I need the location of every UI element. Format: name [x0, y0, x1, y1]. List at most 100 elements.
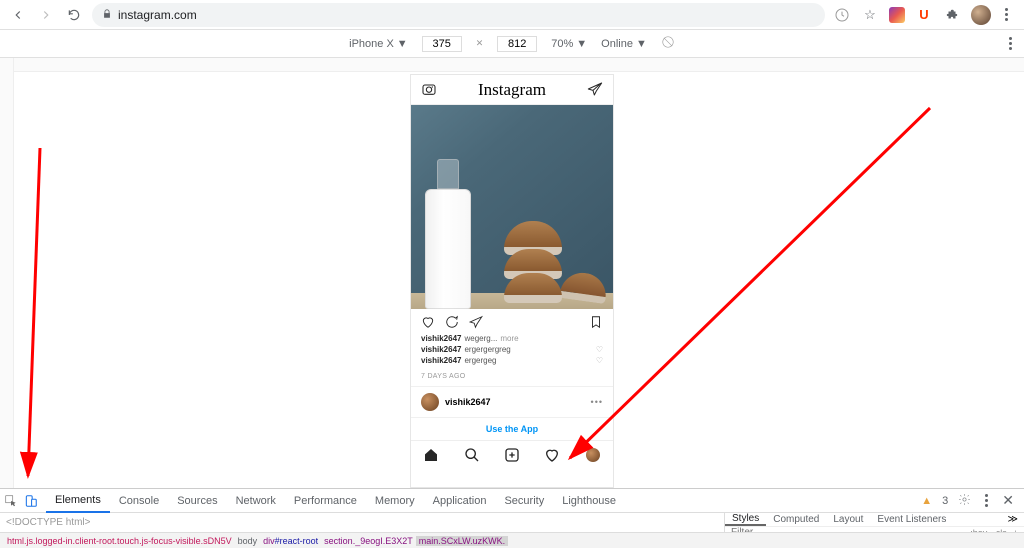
tab-application[interactable]: Application — [424, 489, 496, 513]
dimension-x: ✕ — [476, 38, 484, 49]
tab-elements[interactable]: Elements — [46, 489, 110, 513]
address-bar[interactable]: instagram.com — [92, 3, 825, 27]
like-comment-icon[interactable]: ♡ — [596, 344, 603, 355]
tab-computed[interactable]: Computed — [766, 514, 826, 525]
chevron-down-icon: ▼ — [397, 38, 408, 50]
share-icon[interactable] — [469, 315, 483, 331]
warning-count: 3 — [942, 495, 948, 507]
like-icon[interactable] — [421, 315, 435, 331]
extensions-puzzle-icon[interactable] — [943, 6, 961, 24]
extension-colorful-icon[interactable] — [889, 7, 905, 23]
settings-icon[interactable] — [958, 493, 971, 509]
viewport: Instagram vishik264 — [0, 58, 1024, 488]
dom-breadcrumb[interactable]: html.js.logged-in.client-root.touch.js-f… — [0, 532, 1024, 548]
tab-network[interactable]: Network — [227, 489, 285, 513]
tab-memory[interactable]: Memory — [366, 489, 424, 513]
instagram-header: Instagram — [411, 75, 613, 105]
device-menu-icon[interactable] — [1005, 37, 1016, 50]
breadcrumb-item[interactable]: html.js.logged-in.client-root.touch.js-f… — [4, 536, 235, 546]
bottom-nav — [411, 440, 613, 470]
styles-panel: Styles Computed Layout Event Listeners ≫… — [724, 513, 1024, 532]
update-icon[interactable] — [833, 6, 851, 24]
zoom-value: 70% — [551, 38, 573, 50]
device-select[interactable]: iPhone X ▼ — [349, 38, 408, 50]
tab-sources[interactable]: Sources — [168, 489, 226, 513]
star-icon[interactable]: ☆ — [861, 6, 879, 24]
post-image[interactable] — [411, 105, 613, 309]
tab-console[interactable]: Console — [110, 489, 168, 513]
activity-icon[interactable] — [544, 447, 560, 463]
use-app-cta[interactable]: Use the App — [411, 417, 613, 440]
dom-tree[interactable]: <!DOCTYPE html> <html lang="en" class="j… — [0, 513, 724, 532]
extensions-area: ☆ U — [833, 5, 1016, 25]
profile-nav-icon[interactable] — [585, 447, 601, 463]
caption-line: vishik2647 ergergergreg ♡ — [421, 344, 603, 355]
more-icon[interactable]: ••• — [591, 397, 603, 407]
inspect-element-icon[interactable] — [4, 494, 18, 508]
messages-icon[interactable] — [587, 81, 603, 99]
home-icon[interactable] — [423, 447, 439, 463]
tab-styles[interactable]: Styles — [725, 513, 766, 526]
height-input[interactable] — [497, 36, 537, 52]
url-text: instagram.com — [118, 8, 197, 22]
reload-button[interactable] — [64, 5, 84, 25]
tab-lighthouse[interactable]: Lighthouse — [553, 489, 625, 513]
profile-avatar[interactable] — [971, 5, 991, 25]
close-icon[interactable]: ✕ — [1002, 492, 1014, 509]
throttle-value: Online — [601, 38, 633, 50]
comment-icon[interactable] — [445, 315, 459, 331]
caption-user[interactable]: vishik2647 — [421, 333, 461, 344]
captions: vishik2647 wegerg... more vishik2647 erg… — [411, 333, 613, 371]
post-actions — [411, 309, 613, 333]
devtools-panel: Elements Console Sources Network Perform… — [0, 488, 1024, 548]
throttle-select[interactable]: Online ▼ — [601, 38, 647, 50]
tab-security[interactable]: Security — [495, 489, 553, 513]
extension-u-icon[interactable]: U — [915, 6, 933, 24]
forward-button[interactable] — [36, 5, 56, 25]
chevron-down-icon: ▼ — [576, 38, 587, 50]
phone-frame: Instagram vishik264 — [410, 74, 614, 488]
doctype-line: <!DOCTYPE html> — [6, 515, 718, 530]
lock-icon — [102, 8, 112, 22]
device-mode-icon[interactable] — [24, 494, 38, 508]
zoom-select[interactable]: 70% ▼ — [551, 38, 587, 50]
caption-user[interactable]: vishik2647 — [421, 344, 461, 355]
ruler-vertical — [0, 58, 14, 488]
username: vishik2647 — [445, 397, 491, 407]
post-timestamp: 7 DAYS AGO — [411, 371, 613, 386]
breadcrumb-item[interactable]: section._9eogI.E3X2T — [321, 536, 416, 546]
chrome-menu-icon[interactable] — [1001, 8, 1012, 21]
chevron-down-icon: ▼ — [636, 38, 647, 50]
caption-line: vishik2647 ergergeg ♡ — [421, 355, 603, 366]
tab-performance[interactable]: Performance — [285, 489, 366, 513]
browser-toolbar: instagram.com ☆ U — [0, 0, 1024, 30]
more-tabs-icon[interactable]: ≫ — [1002, 514, 1024, 525]
caption-user[interactable]: vishik2647 — [421, 355, 461, 366]
search-icon[interactable] — [464, 447, 480, 463]
back-button[interactable] — [8, 5, 28, 25]
ruler-horizontal — [0, 58, 1024, 72]
bookmark-icon[interactable] — [589, 315, 603, 331]
warning-icon[interactable]: ▲ — [921, 495, 932, 507]
tab-layout[interactable]: Layout — [826, 514, 870, 525]
tab-event-listeners[interactable]: Event Listeners — [870, 514, 953, 525]
instagram-logo: Instagram — [478, 80, 546, 100]
breadcrumb-item[interactable]: div#react-root — [260, 536, 321, 546]
caption-text: wegerg... — [464, 333, 497, 344]
like-comment-icon[interactable]: ♡ — [596, 355, 603, 366]
caption-more[interactable]: more — [500, 333, 518, 344]
add-post-icon[interactable] — [504, 447, 520, 463]
caption-text: ergergeg — [464, 355, 496, 366]
breadcrumb-item[interactable]: body — [235, 536, 261, 546]
breadcrumb-item[interactable]: main.SCxLW.uzKWK. — [416, 536, 508, 546]
user-row[interactable]: vishik2647 ••• — [411, 386, 613, 417]
device-toolbar: iPhone X ▼ ✕ 70% ▼ Online ▼ — [0, 30, 1024, 58]
camera-icon[interactable] — [421, 81, 437, 99]
devtools-tabs: Elements Console Sources Network Perform… — [0, 489, 1024, 513]
user-avatar — [421, 393, 439, 411]
device-name: iPhone X — [349, 38, 394, 50]
rotate-icon[interactable] — [661, 35, 675, 52]
caption-line: vishik2647 wegerg... more — [421, 333, 603, 344]
width-input[interactable] — [422, 36, 462, 52]
devtools-menu-icon[interactable] — [981, 494, 992, 507]
